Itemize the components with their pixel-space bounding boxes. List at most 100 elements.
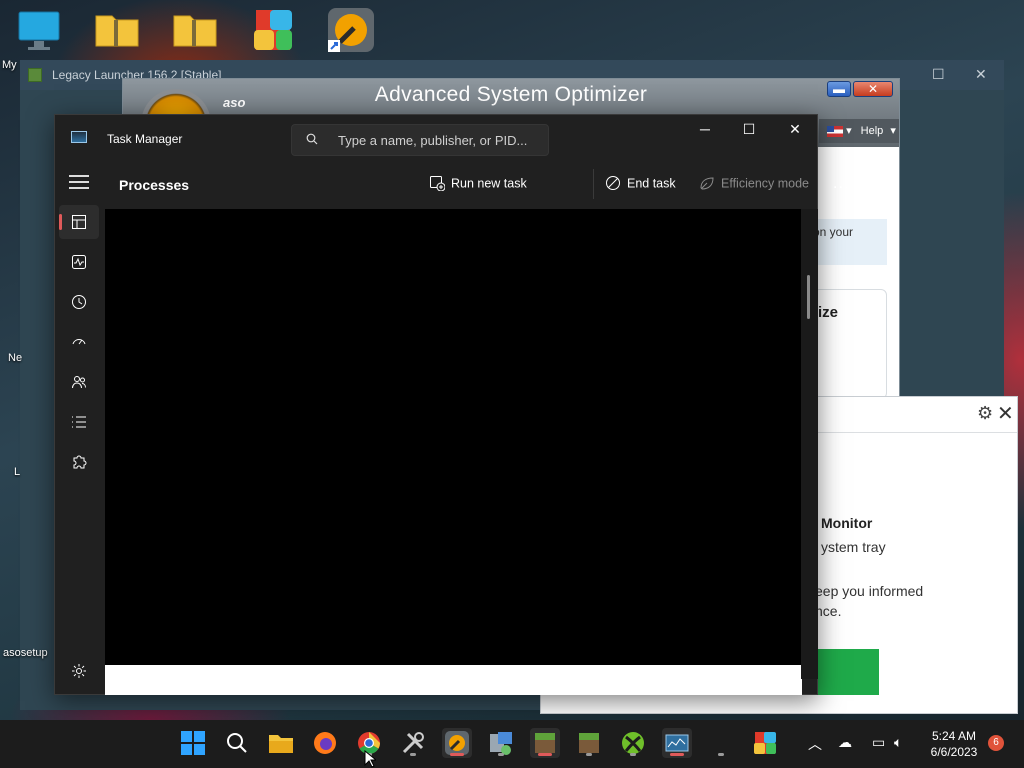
aso-help-menu[interactable]: ▾ Help ▾ (819, 119, 899, 143)
running-indicator (410, 753, 416, 756)
sidebar-item-startup-apps[interactable] (59, 325, 99, 359)
end-task-icon (606, 176, 620, 190)
office-app-icon[interactable] (248, 6, 300, 58)
aso-shortcut-icon[interactable] (326, 6, 378, 58)
aso-title: Advanced System Optimizer (374, 83, 648, 106)
task-manager-titlebar[interactable]: Task Manager Type a name, publisher, or … (55, 115, 817, 159)
more-options-icon[interactable]: ... (833, 175, 849, 193)
zip-folder-icon-2[interactable] (172, 10, 224, 62)
sidebar-item-users[interactable] (59, 365, 99, 399)
page-title: Processes (119, 177, 190, 193)
vertical-scrollbar[interactable] (801, 209, 818, 679)
notification-badge[interactable]: 6 (988, 735, 1004, 751)
minecraft-button[interactable] (530, 728, 560, 758)
hamburger-menu-icon[interactable] (69, 175, 89, 191)
running-indicator (670, 753, 684, 756)
mouse-cursor-icon (364, 750, 376, 768)
efficiency-mode-label: Efficiency mode (721, 176, 810, 191)
clock-date: 6/6/2023 (930, 745, 978, 759)
sidebar-item-performance[interactable] (59, 245, 99, 279)
run-new-task-label: Run new task (451, 176, 527, 191)
cloud-offline-icon[interactable]: ☁ (838, 734, 852, 751)
close-icon[interactable]: ✕ (997, 401, 1014, 426)
run-new-task-icon (430, 176, 445, 191)
minecraft-button-2[interactable] (574, 728, 604, 758)
firefox-button[interactable] (310, 728, 340, 758)
running-indicator (718, 753, 724, 756)
aso-info-banner: on your (813, 219, 887, 265)
minimize-button[interactable]: ─ (689, 121, 721, 145)
startup-icon (72, 339, 86, 345)
task-manager-title: Task Manager (107, 132, 183, 146)
network-app-button[interactable] (486, 728, 516, 758)
running-indicator (498, 753, 504, 756)
close-icon[interactable]: ✕ (975, 66, 987, 83)
content-bottom-strip (105, 665, 802, 695)
folder-icon (269, 735, 293, 753)
scrollbar-thumb[interactable] (807, 275, 810, 319)
sidebar-item-services[interactable] (59, 445, 99, 479)
tools-app-button[interactable] (398, 728, 428, 758)
monitor-subtitle: ystem tray (821, 539, 886, 555)
taskbar-clock[interactable]: 5:24 AM 6/6/2023 (920, 728, 988, 760)
office-taskbar-button[interactable] (750, 728, 780, 758)
aso-optimize-card[interactable]: ize (813, 289, 887, 399)
volume-icon[interactable]: 🔈︎ (894, 734, 902, 751)
task-manager-window[interactable]: Task Manager Type a name, publisher, or … (54, 114, 848, 695)
search-icon (227, 733, 247, 753)
gear-icon[interactable]: ⚙ (977, 403, 993, 424)
run-new-task-button[interactable]: Run new task (429, 176, 527, 192)
desktop-label-asosetup: asosetup (3, 647, 48, 659)
search-icon (306, 133, 318, 145)
aso-close-button[interactable]: ✕ (853, 81, 893, 97)
details-list-icon (72, 416, 86, 428)
xbox-app-button[interactable] (618, 728, 648, 758)
sidebar-item-details[interactable] (59, 405, 99, 439)
end-task-label: End task (627, 176, 676, 191)
aso-taskbar-button[interactable] (442, 728, 472, 758)
command-bar: Processes Run new task End task Efficien… (105, 159, 848, 209)
monitor-title: Monitor (821, 515, 873, 531)
aso-help-label: Help (860, 125, 884, 137)
search-placeholder: Type a name, publisher, or PID... (338, 133, 528, 148)
monitor-description-line1: eep you informed (815, 583, 924, 599)
desktop-label-this-pc: My (2, 59, 17, 71)
us-flag-icon (827, 125, 843, 137)
maximize-button[interactable]: ☐ (733, 121, 765, 145)
running-indicator (538, 753, 552, 756)
users-icon (72, 376, 86, 389)
history-icon (72, 295, 86, 309)
aso-minimize-button[interactable]: ▬ (827, 81, 851, 97)
maximize-icon[interactable]: ☐ (932, 66, 945, 83)
windows-logo-icon (181, 731, 205, 755)
monitor-action-button[interactable] (811, 649, 879, 695)
chevron-down-icon: ▾ (890, 125, 896, 137)
efficiency-mode-button[interactable]: Efficiency mode (699, 176, 809, 192)
search-button[interactable] (222, 728, 252, 758)
sidebar-item-processes[interactable] (59, 205, 99, 239)
leaf-icon (700, 177, 714, 190)
search-input[interactable]: Type a name, publisher, or PID... (291, 124, 549, 156)
task-manager-taskbar-button[interactable] (662, 728, 692, 758)
close-button[interactable]: ✕ (779, 121, 811, 145)
file-explorer-button[interactable] (266, 728, 296, 758)
minecraft-cube-icon (28, 68, 42, 82)
blank-app-button[interactable] (706, 728, 736, 758)
chevron-down-icon: ▾ (846, 125, 852, 137)
aso-optimize-text: ize (818, 304, 839, 321)
chevron-up-icon[interactable]: ︿ (808, 734, 822, 754)
zip-folder-icon[interactable] (94, 10, 146, 62)
performance-icon (72, 255, 86, 269)
processes-content-area[interactable] (105, 209, 802, 665)
sidebar-item-app-history[interactable] (59, 285, 99, 319)
processes-icon (72, 215, 86, 229)
end-task-button[interactable]: End task (605, 176, 676, 192)
desktop-label-ne: Ne (8, 352, 23, 364)
network-icon[interactable]: ▭ (872, 734, 885, 751)
command-separator (593, 169, 594, 199)
running-indicator (630, 753, 636, 756)
settings-gear-icon[interactable] (71, 663, 87, 679)
this-pc-icon[interactable] (16, 8, 68, 60)
start-button[interactable] (178, 728, 208, 758)
running-indicator (586, 753, 592, 756)
